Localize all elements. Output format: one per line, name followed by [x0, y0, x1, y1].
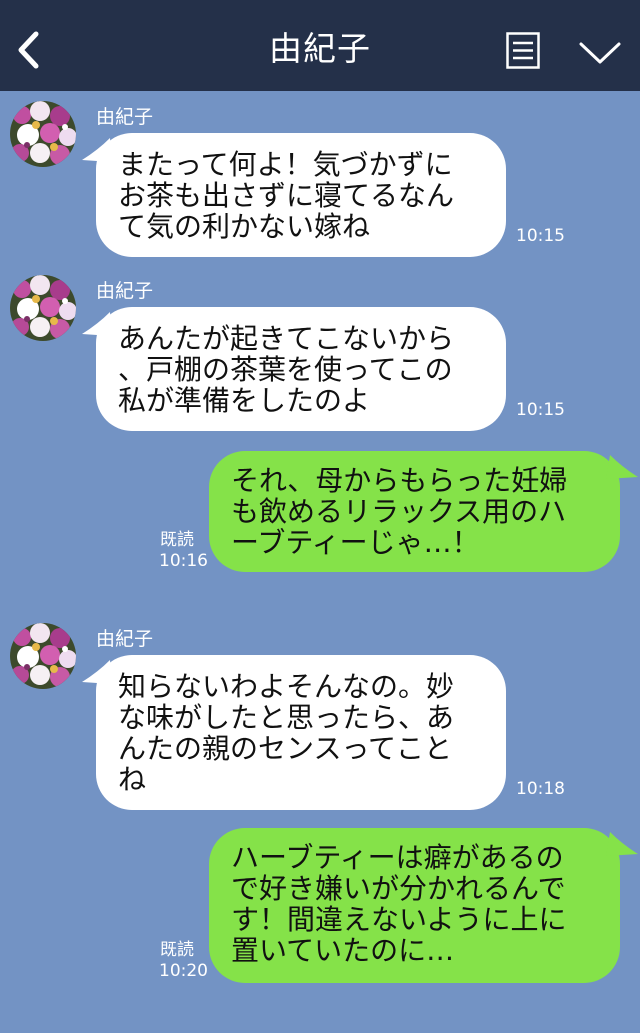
- sender-name: 由紀子: [96, 106, 154, 128]
- chat-header: 由紀子: [0, 0, 640, 91]
- read-receipt: 既読: [160, 940, 194, 960]
- orchid-avatar-image: [10, 101, 76, 167]
- message-time: 10:15: [516, 226, 565, 246]
- sender-name: 由紀子: [96, 280, 154, 302]
- message-bubble-outgoing[interactable]: それ、母からもらった妊婦 も飲めるリラックス用のハ ーブティーじゃ…！: [209, 451, 620, 572]
- orchid-avatar-image: [10, 275, 76, 341]
- message-time: 10:18: [516, 779, 565, 799]
- message-bubble-incoming[interactable]: 知らないわよそんなの。妙 な味がしたと思ったら、あ んたの親のセンスってこと ね: [96, 655, 506, 810]
- message-time: 10:15: [516, 400, 565, 420]
- sender-avatar[interactable]: [10, 101, 76, 167]
- message-bubble-incoming[interactable]: またって何よ！気づかずに お茶も出さずに寝てるなん て気の利かない嫁ね: [96, 133, 506, 257]
- message-bubble-incoming[interactable]: あんたが起きてこないから 、戸棚の茶葉を使ってこの 私が準備をしたのよ: [96, 307, 506, 431]
- bubble-tail: [606, 832, 638, 856]
- message-bubble-outgoing[interactable]: ハーブティーは癖があるの で好き嫌いが分かれるんで す！間違えないように上に 置…: [209, 828, 620, 983]
- sender-avatar[interactable]: [10, 275, 76, 341]
- menu-list-icon[interactable]: [506, 32, 540, 69]
- message-time: 10:20: [159, 961, 208, 981]
- bubble-tail: [606, 455, 638, 479]
- chevron-down-icon[interactable]: [578, 40, 622, 66]
- read-receipt: 既読: [160, 530, 194, 550]
- sender-name: 由紀子: [96, 628, 154, 650]
- message-time: 10:16: [159, 551, 208, 571]
- chat-title: 由紀子: [269, 29, 371, 68]
- sender-avatar[interactable]: [10, 623, 76, 689]
- orchid-avatar-image: [10, 623, 76, 689]
